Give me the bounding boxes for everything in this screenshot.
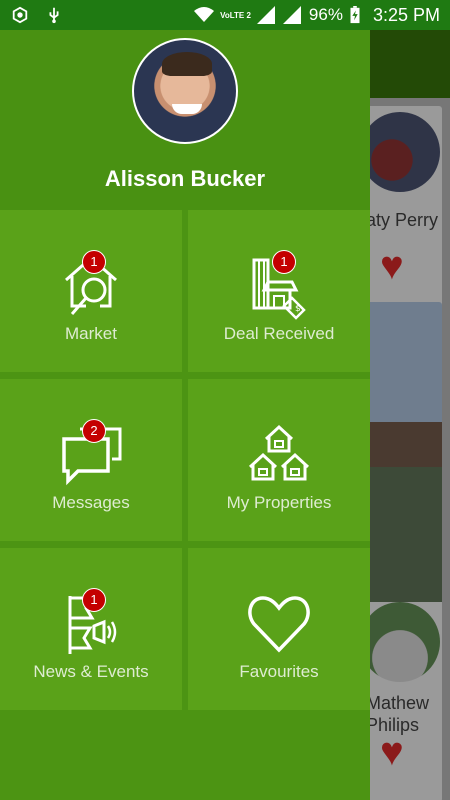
tile-label: Messages [52, 493, 130, 512]
signal-2-icon [282, 6, 301, 24]
heart-icon[interactable]: ♥ [380, 246, 404, 286]
heart-icon[interactable]: ♥ [380, 732, 404, 772]
properties-icon [248, 424, 310, 481]
tile-news-events[interactable]: 1 News & Events [0, 548, 182, 710]
tile-label: My Properties [226, 493, 332, 512]
navigation-drawer: Alisson Bucker 1 Market $ 1 Deal Receive… [0, 30, 370, 800]
notification-badge: 1 [82, 250, 106, 274]
status-bar: VoLTE 2 96% 3:25 PM [0, 0, 450, 30]
volte-indicator: VoLTE 2 [220, 10, 251, 20]
wifi-icon [194, 7, 215, 22]
tile-market[interactable]: 1 Market [0, 210, 182, 372]
battery-percent: 96% [308, 5, 343, 24]
notification-badge: 1 [82, 588, 106, 612]
clock: 3:25 PM [372, 4, 440, 25]
tile-label: Deal Received [223, 324, 335, 343]
notification-badge: 2 [82, 419, 106, 443]
avatar[interactable] [132, 38, 238, 144]
battery-charging-icon [350, 6, 360, 24]
tile-label: Market [65, 324, 117, 343]
tile-messages[interactable]: 2 Messages [0, 379, 182, 541]
signal-1-icon [256, 6, 275, 24]
tile-favourites[interactable]: Favourites [188, 548, 370, 710]
tile-deal-received[interactable]: $ 1 Deal Received [188, 210, 370, 372]
tile-label: Favourites [239, 662, 319, 681]
drawer-header: Alisson Bucker [0, 30, 370, 210]
usb-icon [49, 7, 59, 24]
heart-outline-icon [248, 596, 310, 653]
user-name: Alisson Bucker [104, 166, 266, 191]
profile-name: aty Perry [366, 210, 439, 230]
profile-photo [360, 112, 440, 192]
notification-badge: 1 [272, 250, 296, 274]
app-notification-icon [12, 6, 28, 24]
svg-text:$: $ [295, 304, 301, 314]
profile-photo [360, 602, 440, 682]
tile-label: News & Events [33, 662, 149, 681]
tile-my-properties[interactable]: My Properties [188, 379, 370, 541]
